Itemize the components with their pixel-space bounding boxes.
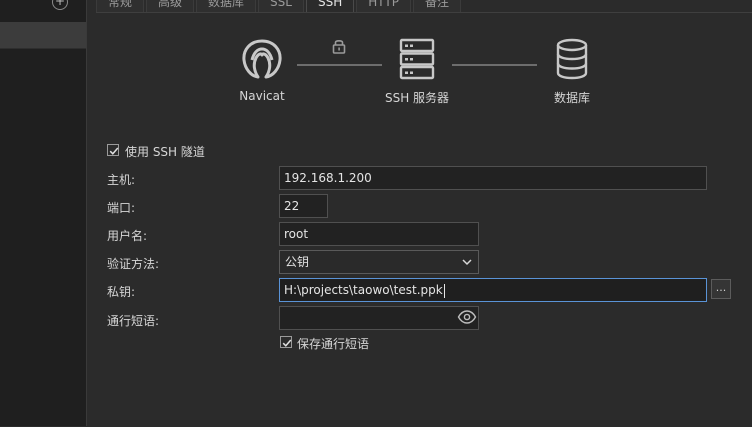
private-key-label: 私钥: xyxy=(107,285,136,299)
save-passphrase-checkbox[interactable] xyxy=(280,336,292,348)
passphrase-input[interactable] xyxy=(279,306,479,330)
sidebar-divider xyxy=(0,48,86,49)
port-input[interactable]: 22 xyxy=(279,194,328,218)
chevron-down-icon xyxy=(462,259,472,266)
sidebar-selected-item[interactable] xyxy=(0,22,86,48)
add-circle-icon[interactable]: + xyxy=(52,0,68,10)
use-ssh-tunnel-checkbox[interactable] xyxy=(107,144,119,156)
database-label: 数据库 xyxy=(553,91,590,105)
sidebar: + xyxy=(0,0,87,426)
auth-method-value: 公钥 xyxy=(285,255,310,269)
port-label: 端口: xyxy=(107,201,136,215)
username-label: 用户名: xyxy=(107,229,148,243)
text-caret xyxy=(443,283,445,298)
connection-line-left xyxy=(297,64,382,66)
navicat-label: Navicat xyxy=(239,89,285,103)
auth-method-label: 验证方法: xyxy=(107,257,160,271)
private-key-input[interactable]: H:\projects\taowo\test.ppk xyxy=(279,278,707,302)
username-input[interactable]: root xyxy=(279,222,479,246)
server-icon xyxy=(399,38,435,80)
checkmark-icon xyxy=(282,339,292,347)
passphrase-label: 通行短语: xyxy=(107,314,160,328)
lock-icon xyxy=(332,39,346,54)
save-passphrase-label: 保存通行短语 xyxy=(297,337,370,351)
tab-strip: 常规 高级 数据库 SSL SSH HTTP 备注 xyxy=(96,0,463,13)
auth-method-select[interactable]: 公钥 xyxy=(279,250,479,274)
checkmark-icon xyxy=(109,147,119,155)
browse-private-key-button[interactable]: ... xyxy=(711,279,731,299)
host-input[interactable]: 192.168.1.200 xyxy=(279,166,707,190)
database-icon xyxy=(556,38,588,80)
navicat-logo-icon xyxy=(242,39,282,79)
private-key-value: H:\projects\taowo\test.ppk xyxy=(284,283,443,297)
connection-line-right xyxy=(452,64,537,66)
host-label: 主机: xyxy=(107,173,136,187)
eye-icon[interactable] xyxy=(457,309,477,325)
ssh-server-label: SSH 服务器 xyxy=(384,91,450,105)
use-ssh-tunnel-label: 使用 SSH 隧道 xyxy=(125,145,205,159)
